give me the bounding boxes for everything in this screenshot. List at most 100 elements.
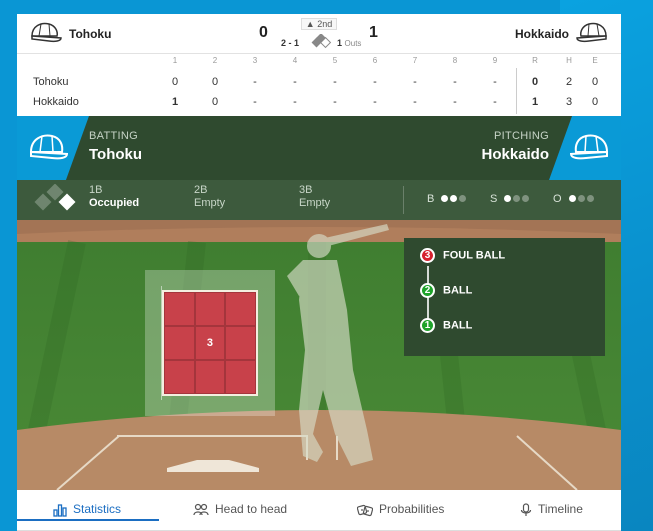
home-cap-icon xyxy=(31,22,62,43)
zone-cell xyxy=(194,360,226,394)
inning-header: 8 xyxy=(452,56,458,65)
inning-score: - xyxy=(293,76,297,88)
tab-probabilities[interactable]: Probabilities xyxy=(356,498,445,522)
bases-diamond-icon xyxy=(34,184,76,211)
strikes-indicator: S xyxy=(490,193,531,205)
pitch-number-badge: 1 xyxy=(420,318,435,333)
microphone-icon xyxy=(520,503,532,516)
inning-score: - xyxy=(293,96,297,108)
batting-team: Tohoku xyxy=(89,146,143,163)
inning-score: 1 xyxy=(171,96,179,108)
zone-cell xyxy=(225,292,256,326)
count-dot xyxy=(586,195,594,203)
batting-label: BATTING xyxy=(89,130,138,142)
table-row: Tohoku 0 0 - - - - - - - 0 2 0 xyxy=(17,76,621,92)
away-team-name: Hokkaido xyxy=(514,27,569,41)
inning-score: - xyxy=(413,76,417,88)
tab-label: Statistics xyxy=(73,502,122,516)
row-team-name: Hokkaido xyxy=(33,96,79,108)
pitch-event-label: BALL xyxy=(443,284,473,297)
pitching-cap-icon xyxy=(569,134,609,160)
pitch-events-panel: 3 FOUL BALL 2 BALL 1 BALL xyxy=(404,238,605,356)
pitching-label: PITCHING xyxy=(494,130,549,142)
balls-indicator: B xyxy=(427,193,468,205)
inning-score: 0 xyxy=(211,96,219,108)
inning-score: - xyxy=(333,96,337,108)
inning-header: 3 xyxy=(252,56,258,65)
dice-icon xyxy=(356,504,374,516)
inning-score: - xyxy=(453,96,457,108)
runs-header: R xyxy=(532,56,538,65)
tab-timeline[interactable]: Timeline xyxy=(520,498,583,522)
inning-score: - xyxy=(493,76,497,88)
third-base-state: Empty xyxy=(299,197,331,209)
count-dot xyxy=(450,195,458,203)
outs-indicator: O xyxy=(553,193,596,205)
totals-divider xyxy=(516,68,517,114)
tab-head-to-head[interactable]: Head to head xyxy=(193,498,287,522)
inning-score: - xyxy=(253,96,257,108)
scoreboard-header: Tohoku 0 ▲ 2nd 2 - 1 1 Outs 1 Hokkaido xyxy=(17,14,621,54)
first-base-status: 1B Occupied xyxy=(89,184,139,209)
first-base-label: 1B xyxy=(89,184,103,196)
zone-cell xyxy=(164,326,195,360)
pitch-marker[interactable]: 3 xyxy=(194,326,226,360)
match-widget: Tohoku 0 ▲ 2nd 2 - 1 1 Outs 1 Hokkaido 1… xyxy=(17,14,621,531)
inning-header: 1 xyxy=(172,56,178,65)
inning-score: - xyxy=(373,96,377,108)
strike-zone: 3 xyxy=(162,290,258,396)
count-dot xyxy=(568,195,576,203)
count-dot xyxy=(522,195,530,203)
total-runs: 1 xyxy=(531,96,539,108)
first-base-state: Occupied xyxy=(89,197,140,209)
matchup-bar: BATTING Tohoku PITCHING Hokkaido xyxy=(17,116,621,180)
pitching-team: Hokkaido xyxy=(481,146,549,163)
inning-score: - xyxy=(253,76,257,88)
total-hits: 3 xyxy=(565,96,573,108)
tab-bar: Statistics Head to head Probabilities Ti… xyxy=(17,490,621,531)
inning-score: - xyxy=(493,96,497,108)
ball-strike-count: 2 - 1 xyxy=(281,38,300,48)
count-dot xyxy=(441,195,449,203)
home-team-name: Tohoku xyxy=(69,27,112,41)
third-base-label: 3B xyxy=(299,184,313,196)
hits-header: H xyxy=(566,56,572,65)
count-dot xyxy=(577,195,585,203)
pitch-number-badge: 3 xyxy=(420,248,435,263)
pitch-number-badge: 2 xyxy=(420,283,435,298)
pitch-event: 1 BALL xyxy=(420,318,472,333)
active-tab-indicator xyxy=(17,519,159,521)
outs-count: 1 Outs xyxy=(337,38,362,48)
errors-header: E xyxy=(592,56,598,65)
batting-cap-icon xyxy=(29,134,69,160)
pitch-field: 3 3 FOUL BALL 2 BALL 1 BALL xyxy=(17,220,621,490)
pitch-event-label: BALL xyxy=(443,319,473,332)
count-dot xyxy=(504,195,512,203)
away-cap-icon xyxy=(576,22,607,43)
tab-label: Head to head xyxy=(215,502,288,516)
tab-label: Probabilities xyxy=(379,502,445,516)
zone-cell xyxy=(164,292,195,326)
total-errors: 0 xyxy=(591,76,599,88)
inning-header: 5 xyxy=(332,56,338,65)
total-runs: 0 xyxy=(531,76,539,88)
pitch-event: 2 BALL xyxy=(420,283,472,298)
total-errors: 0 xyxy=(591,96,599,108)
second-base-label: 2B xyxy=(194,184,208,196)
linescore-table: 1 2 3 4 5 6 7 8 9 R H E Tohoku 0 0 - - -… xyxy=(17,54,621,116)
total-hits: 2 xyxy=(565,76,573,88)
inning-score: 0 xyxy=(211,76,219,88)
inning-header: 4 xyxy=(292,56,298,65)
third-base-status: 3B Empty xyxy=(299,184,330,209)
count-dot xyxy=(459,195,467,203)
zone-cell xyxy=(164,360,195,394)
table-row: Hokkaido 1 0 - - - - - - - 1 3 0 xyxy=(17,96,621,112)
people-icon xyxy=(193,503,209,515)
tab-label: Timeline xyxy=(538,502,583,516)
divider xyxy=(403,186,404,214)
second-base-state: Empty xyxy=(194,197,226,209)
linescore-header-row: 1 2 3 4 5 6 7 8 9 R H E xyxy=(17,56,621,72)
bar-chart-icon xyxy=(53,504,67,517)
pitch-event: 3 FOUL BALL xyxy=(420,248,505,263)
second-base-status: 2B Empty xyxy=(194,184,225,209)
